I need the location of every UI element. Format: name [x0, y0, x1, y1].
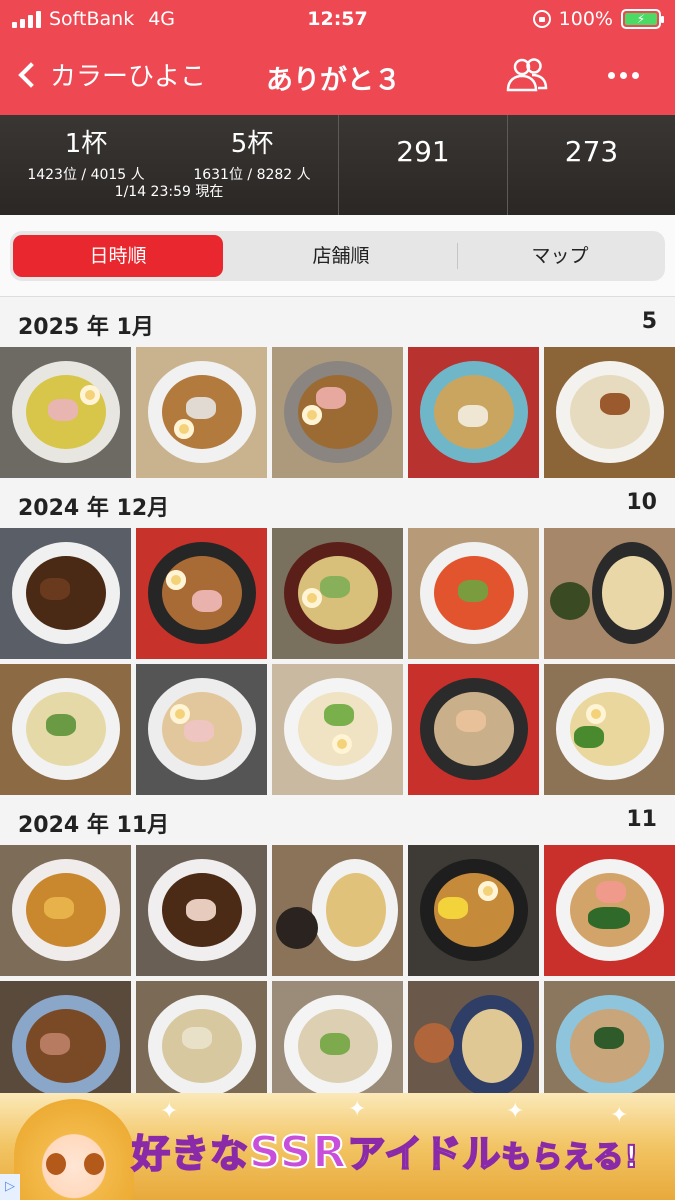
photo-tile[interactable]: [408, 664, 539, 795]
divider: [457, 243, 458, 269]
section-header: 2025 年 1月 5: [0, 297, 675, 347]
photo-tile[interactable]: [544, 664, 675, 795]
tab-date-order[interactable]: 日時順: [13, 235, 223, 277]
section-header: 2024 年 11月 11: [0, 795, 675, 845]
section-count: 11: [626, 807, 657, 832]
photo-tile[interactable]: [272, 347, 403, 478]
photo-tile[interactable]: [544, 528, 675, 659]
cup-count-a: 1杯: [64, 129, 108, 159]
rotation-lock-icon: [532, 10, 551, 28]
photo-tile[interactable]: [544, 845, 675, 976]
status-bar: SoftBank 4G 12:57 100% ⚡: [0, 0, 675, 38]
ad-text-c: もらえる!: [500, 1139, 640, 1176]
photo-tile[interactable]: [0, 347, 131, 478]
battery-percent: 100%: [558, 8, 613, 30]
tab-map[interactable]: マップ: [460, 235, 660, 277]
sparkle-icon: ✦: [160, 1099, 179, 1124]
photo-tile[interactable]: [408, 347, 539, 478]
photo-tile[interactable]: [0, 845, 131, 976]
sort-segment-area: 日時順 店舗順 マップ: [0, 215, 675, 297]
cup-count-b: 5杯: [230, 129, 274, 159]
photo-tile[interactable]: [136, 347, 267, 478]
ad-text-b: アイドル: [346, 1131, 502, 1177]
photo-tile[interactable]: [408, 528, 539, 659]
back-chevron-icon: [18, 61, 44, 88]
photo-tile[interactable]: [136, 528, 267, 659]
section-header: 2024 年 12月 10: [0, 478, 675, 528]
photo-tile[interactable]: [136, 664, 267, 795]
battery-charging-icon: ⚡: [621, 9, 664, 29]
photo-tile[interactable]: [272, 528, 403, 659]
ad-banner[interactable]: ✦ ✦ ✦ ✦ 好きなSSRアイドルもらえる! ▷: [0, 1093, 675, 1200]
more-icon[interactable]: [608, 72, 639, 79]
photo-grid: [0, 845, 675, 1112]
photo-tile[interactable]: [136, 845, 267, 976]
section-count: 10: [626, 490, 657, 515]
photo-tile[interactable]: [408, 845, 539, 976]
photo-tile[interactable]: [0, 528, 131, 659]
photo-grid: [0, 347, 675, 478]
sparkle-icon: ✦: [348, 1097, 367, 1122]
cup-stat-a: 1杯 1423位 / 4015 人: [16, 123, 156, 184]
adchoices-icon[interactable]: ▷: [0, 1174, 20, 1200]
section-label: 2024 年 11月: [18, 813, 170, 838]
section-label: 2024 年 12月: [18, 496, 170, 521]
stats-bar: 1杯 1423位 / 4015 人 5杯 1631位 / 8282 人 1/14…: [0, 115, 675, 215]
photo-tile[interactable]: [272, 845, 403, 976]
ad-character-image: [14, 1099, 134, 1200]
photo-grid: [0, 528, 675, 795]
ad-text-ssr: SSR: [248, 1126, 348, 1179]
stat-count-2[interactable]: 273: [508, 135, 675, 168]
as-of-label: 1/14 23:59 現在: [114, 184, 224, 200]
people-icon[interactable]: [504, 56, 550, 94]
app-header: SoftBank 4G 12:57 100% ⚡ カラーひよこ ありがと３: [0, 0, 675, 115]
section-count: 5: [641, 309, 657, 334]
ranking-summary[interactable]: 1杯 1423位 / 4015 人 5杯 1631位 / 8282 人 1/14…: [0, 115, 338, 215]
stat-count-1[interactable]: 291: [339, 135, 507, 168]
photo-tile[interactable]: [544, 347, 675, 478]
back-button[interactable]: カラーひよこ: [14, 56, 206, 93]
photo-tile[interactable]: [0, 664, 131, 795]
ad-text-a: 好きな: [131, 1131, 250, 1177]
sort-segmented-control: 日時順 店舗順 マップ: [10, 231, 665, 281]
photo-tile[interactable]: [272, 664, 403, 795]
page-title: ありがと３: [266, 65, 401, 96]
cup-stat-b: 5杯 1631位 / 8282 人: [182, 123, 322, 184]
sparkle-icon: ✦: [506, 1099, 525, 1124]
navigation-bar: カラーひよこ ありがと３: [0, 38, 675, 115]
tab-shop-order[interactable]: 店舗順: [235, 235, 447, 277]
back-label: カラーひよこ: [50, 62, 207, 92]
section-label: 2025 年 1月: [18, 315, 154, 340]
ad-headline: 好きなSSRアイドルもらえる!: [131, 1123, 640, 1179]
